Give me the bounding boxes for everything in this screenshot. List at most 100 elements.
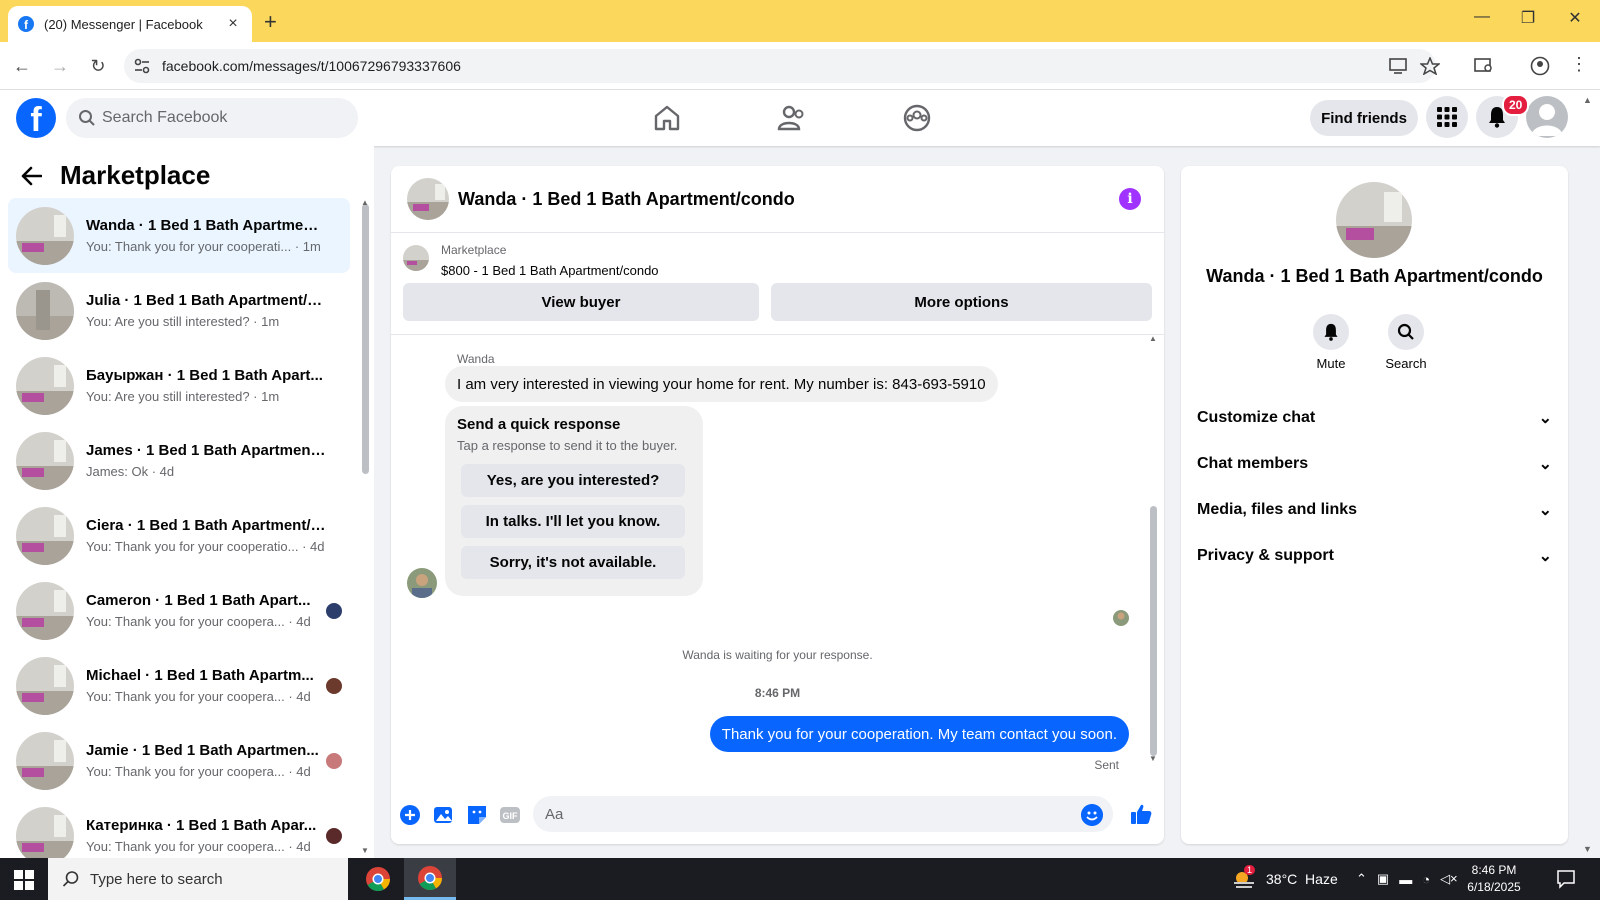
site-info-icon[interactable]: [132, 57, 152, 75]
chat-title[interactable]: Wanda · 1 Bed 1 Bath Apartment/condo: [458, 189, 795, 210]
taskbar-search-text: Type here to search: [90, 870, 223, 888]
sidebar-scroll-up-icon[interactable]: ▲: [361, 198, 369, 207]
home-icon[interactable]: [651, 102, 683, 134]
friends-icon[interactable]: [776, 102, 808, 134]
search-input[interactable]: [102, 98, 342, 138]
message-timestamp: 8:46 PM: [754, 686, 801, 700]
conversation-thumbnail: [16, 581, 74, 640]
message-input[interactable]: [533, 796, 1113, 832]
profile-icon[interactable]: [1530, 56, 1550, 76]
window-close-icon[interactable]: ✕: [1565, 8, 1585, 28]
chat-scroll-up-icon[interactable]: ▲: [1149, 334, 1157, 343]
wifi-icon[interactable]: ◔: [1422, 872, 1430, 887]
install-app-icon[interactable]: [1388, 57, 1408, 75]
gif-icon[interactable]: GIF: [499, 804, 521, 826]
listing-thumbnail[interactable]: [407, 178, 449, 220]
tab-search-icon[interactable]: [1474, 57, 1494, 75]
url-text: facebook.com/messages/t/1006729679333760…: [162, 58, 461, 74]
listing-small-thumbnail[interactable]: [403, 245, 429, 271]
clock-date: 6/18/2025: [1467, 880, 1521, 894]
chat-scrollbar[interactable]: [1150, 506, 1157, 756]
quick-response-button[interactable]: In talks. I'll let you know.: [461, 505, 685, 538]
tray-chevron-up-icon[interactable]: ⌃: [1356, 871, 1367, 887]
search-label: Search: [1385, 356, 1427, 371]
restore-icon[interactable]: ❐: [1518, 8, 1538, 28]
conversation-thumbnail: [16, 356, 74, 415]
chat-scroll-down-icon[interactable]: ▼: [1149, 754, 1157, 763]
more-options-button[interactable]: More options: [771, 283, 1152, 321]
windows-start-icon[interactable]: [14, 870, 34, 890]
back-arrow-icon[interactable]: [20, 166, 42, 186]
chat-members-section[interactable]: Chat members ⌄: [1197, 442, 1552, 486]
customize-chat-section[interactable]: Customize chat ⌄: [1197, 396, 1552, 440]
chevron-down-icon: ⌄: [1538, 502, 1552, 519]
conversation-item[interactable]: Cameron · 1 Bed 1 Bath Apart... You: Than…: [8, 573, 350, 648]
seen-indicator-avatar: [1113, 610, 1129, 626]
weather-widget[interactable]: 1 38°C Haze: [1232, 858, 1338, 900]
taskbar-clock[interactable]: 8:46 PM 6/18/2025: [1454, 862, 1534, 896]
find-friends-button[interactable]: Find friends: [1310, 100, 1418, 136]
svg-text:GIF: GIF: [503, 811, 519, 821]
photo-icon[interactable]: [433, 804, 455, 826]
conversation-item[interactable]: Julia · 1 Bed 1 Bath Apartment/c... You: …: [8, 273, 350, 348]
taskbar-chrome-app-active[interactable]: [404, 858, 456, 900]
page-scroll-up-icon[interactable]: ▲: [1583, 95, 1592, 105]
media-files-section[interactable]: Media, files and links ⌄: [1197, 488, 1552, 532]
incoming-message[interactable]: I am very interested in viewing your hom…: [445, 366, 998, 402]
quick-response-button[interactable]: Yes, are you interested?: [461, 464, 685, 497]
page-scroll-down-icon[interactable]: ▼: [1583, 844, 1592, 854]
conversation-thumbnail: [16, 431, 74, 490]
taskbar-chrome-app[interactable]: [352, 858, 404, 900]
groups-icon[interactable]: [901, 102, 933, 134]
conversation-snippet: You: Thank you for your cooperatio... · …: [86, 539, 325, 554]
browser-tab[interactable]: f (20) Messenger | Facebook ×: [8, 6, 252, 42]
quick-response-button[interactable]: Sorry, it's not available.: [461, 546, 685, 579]
conversation-snippet: You: Are you still interested? · 1m: [86, 389, 280, 404]
details-title: Wanda · 1 Bed 1 Bath Apartment/condo: [1206, 266, 1543, 286]
info-icon[interactable]: i: [1119, 188, 1141, 210]
forward-icon[interactable]: →: [48, 54, 72, 78]
reload-icon[interactable]: ↻: [86, 54, 110, 78]
back-icon[interactable]: ←: [10, 54, 34, 78]
browser-toolbar: ← → ↻ facebook.com/messages/t/1006729679…: [0, 42, 1600, 90]
browser-menu-icon[interactable]: ⋮: [1570, 54, 1588, 75]
conversation-item[interactable]: Michael · 1 Bed 1 Bath Apartm... You: Tha…: [8, 648, 350, 723]
conversation-item[interactable]: Jamie · 1 Bed 1 Bath Apartmen... You: Tha…: [8, 723, 350, 798]
taskbar-search[interactable]: Type here to search: [48, 858, 348, 900]
sticker-icon[interactable]: [466, 804, 488, 826]
listing-title[interactable]: $800 - 1 Bed 1 Bath Apartment/condo: [441, 263, 659, 278]
sender-avatar[interactable]: [407, 568, 437, 598]
conversation-item[interactable]: Ciera · 1 Bed 1 Bath Apartment/c... You: …: [8, 498, 350, 573]
notification-center-icon[interactable]: [1556, 869, 1576, 889]
battery-icon[interactable]: ▬: [1399, 872, 1412, 887]
meet-now-icon[interactable]: ▣: [1377, 871, 1389, 887]
section-label: Media, files and links: [1197, 501, 1358, 518]
facebook-search[interactable]: [66, 98, 358, 138]
tab-close-icon[interactable]: ×: [224, 15, 242, 33]
conversation-item[interactable]: James · 1 Bed 1 Bath Apartment/... James:…: [8, 423, 350, 498]
sidebar-scroll-down-icon[interactable]: ▼: [361, 846, 369, 855]
minimize-icon[interactable]: —: [1472, 8, 1492, 26]
mute-label: Mute: [1316, 356, 1346, 371]
conversation-item[interactable]: Wanda · 1 Bed 1 Bath Apartment... You: Th…: [8, 198, 350, 273]
emoji-icon[interactable]: [1081, 804, 1103, 826]
chrome-icon: [366, 867, 390, 892]
mute-button[interactable]: Mute: [1301, 314, 1361, 371]
account-avatar[interactable]: [1526, 96, 1568, 138]
chevron-down-icon: ⌄: [1538, 456, 1552, 473]
outgoing-message[interactable]: Thank you for your cooperation. My team …: [709, 716, 1129, 752]
address-bar[interactable]: facebook.com/messages/t/1006729679333760…: [124, 49, 1440, 83]
add-plus-icon[interactable]: [399, 804, 421, 826]
sidebar-scrollbar[interactable]: [362, 204, 369, 474]
facebook-logo-icon[interactable]: f: [16, 98, 56, 138]
bookmark-star-icon[interactable]: [1420, 57, 1440, 75]
thumbs-up-icon[interactable]: [1129, 802, 1153, 826]
chat-details-panel: Wanda · 1 Bed 1 Bath Apartment/condo Mut…: [1181, 166, 1568, 844]
search-in-chat-button[interactable]: Search: [1376, 314, 1436, 371]
conversation-item[interactable]: Бауыржан · 1 Bed 1 Bath Apart... You: Are…: [8, 348, 350, 423]
details-thumbnail[interactable]: [1336, 182, 1412, 258]
privacy-support-section[interactable]: Privacy & support ⌄: [1197, 534, 1552, 578]
view-buyer-button[interactable]: View buyer: [403, 283, 759, 321]
new-tab-icon[interactable]: +: [264, 9, 277, 35]
menu-button[interactable]: [1426, 96, 1468, 138]
